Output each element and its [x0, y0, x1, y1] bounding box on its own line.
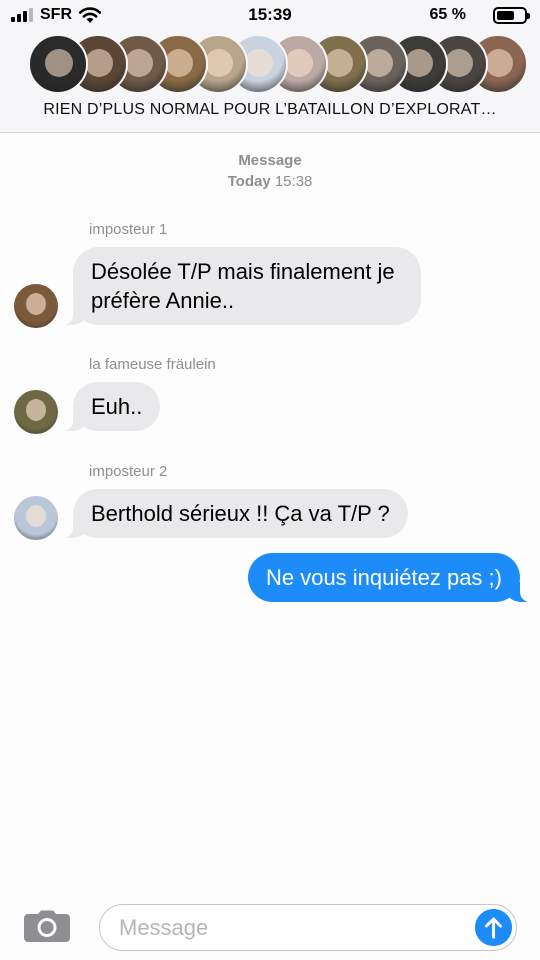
sender-avatar[interactable] — [14, 390, 58, 434]
incoming-message-bubble[interactable]: Berthold sérieux !! Ça va T/P ? — [63, 489, 408, 538]
conversation-header: SFR 15:39 65 % RIEN D’PLUS NORMAL POUR L… — [0, 0, 540, 133]
timestamp: Today 15:38 — [0, 173, 540, 190]
outgoing-message-bubble[interactable]: Ne vous inquiétez pas ;) — [247, 553, 531, 602]
incoming-message-bubble[interactable]: Désolée T/P mais finalement je préfère A… — [63, 247, 421, 325]
incoming-message-bubble[interactable]: Euh.. — [62, 382, 161, 431]
timestamp-time: 15:38 — [274, 173, 313, 190]
timestamp-label: Message — [238, 152, 302, 169]
sender-avatar[interactable] — [14, 284, 58, 328]
battery-percent: 65 % — [429, 6, 466, 23]
group-member-avatar[interactable] — [28, 34, 88, 94]
message-field[interactable] — [99, 904, 517, 951]
camera-icon[interactable] — [24, 910, 70, 942]
messages-screen: SFR 15:39 65 % RIEN D’PLUS NORMAL POUR L… — [0, 0, 540, 960]
timestamp-day: Today — [227, 173, 271, 190]
sender-name: imposteur 2 — [89, 463, 168, 480]
message-text: Euh.. — [91, 394, 143, 419]
status-bar: SFR 15:39 65 % — [0, 0, 540, 30]
battery-icon — [493, 7, 530, 24]
group-avatars[interactable] — [28, 34, 540, 94]
message-thread[interactable]: Message Today 15:38 imposteur 1 Désolée … — [0, 134, 540, 894]
sender-avatar[interactable] — [14, 496, 58, 540]
compose-bar — [0, 894, 540, 960]
sender-name: la fameuse fräulein — [89, 356, 216, 373]
sender-name: imposteur 1 — [89, 221, 168, 238]
message-text: Berthold sérieux !! Ça va T/P ? — [91, 501, 390, 526]
send-arrow-icon[interactable] — [475, 909, 512, 946]
message-input[interactable] — [119, 914, 459, 942]
message-text: Ne vous inquiétez pas ;) — [265, 565, 502, 590]
group-name[interactable]: RIEN D’PLUS NORMAL POUR L’BATAILLON D’EX… — [0, 101, 540, 119]
message-text: Désolée T/P mais finalement je préfère A… — [91, 259, 395, 313]
